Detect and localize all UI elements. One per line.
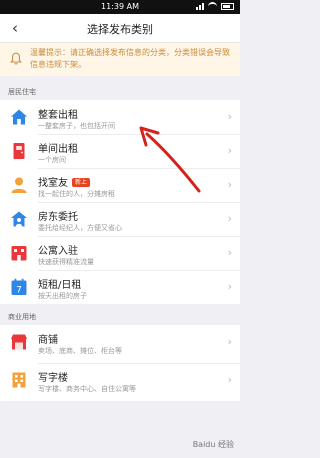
nav-bar: ‹ 选择发布类别 — [0, 14, 240, 43]
calendar-icon: 7 — [10, 278, 28, 296]
delegate-icon — [10, 210, 28, 228]
commercial-list: 商铺 卖场、底商、摊位、柜台等 › 写字楼 写字楼、商务中心、自住公寓等 › — [0, 325, 240, 401]
chevron-right-icon: › — [227, 178, 232, 191]
signal-icon — [196, 3, 204, 10]
chevron-right-icon: › — [227, 280, 232, 293]
category-landlord-delegate[interactable]: 房东委托 委托给经纪人，方便又省心 › — [0, 202, 240, 236]
watermark: Baidu 经验 — [192, 440, 234, 449]
status-bar: 11:39 AM — [0, 0, 240, 14]
category-desc: 委托给经纪人，方便又省心 — [38, 224, 122, 232]
category-name: 公寓入驻 — [38, 246, 78, 257]
notice-banner: 温馨提示：请正确选择发布信息的分类，分类错误会导致信息违规下架。 — [0, 43, 240, 76]
residential-list: 整套出租 一整套房子，也包括开间 › 单间出租 一个房间 › 找室友 新上 找一起… — [0, 100, 240, 304]
wifi-icon — [208, 2, 217, 11]
notice-text: 温馨提示：请正确选择发布信息的分类，分类错误会导致信息违规下架。 — [30, 48, 230, 69]
chevron-right-icon: › — [227, 144, 232, 157]
category-desc: 一个房间 — [38, 156, 66, 164]
status-icons — [196, 2, 234, 11]
category-name-text: 找室友 — [38, 178, 68, 189]
chevron-right-icon: › — [227, 335, 232, 348]
category-room-rent[interactable]: 单间出租 一个房间 › — [0, 134, 240, 168]
category-name: 短租/日租 — [38, 280, 82, 291]
category-name: 找室友 新上 — [38, 174, 91, 189]
chevron-right-icon: › — [227, 212, 232, 225]
category-desc: 卖场、底商、摊位、柜台等 — [38, 347, 122, 355]
chevron-right-icon: › — [227, 246, 232, 259]
chevron-right-icon: › — [227, 373, 232, 386]
chevron-right-icon: › — [227, 110, 232, 123]
category-short-rent[interactable]: 7 短租/日租 按天出租的房子 › — [0, 270, 240, 304]
category-desc: 按天出租的房子 — [38, 292, 87, 300]
category-name: 整套出租 — [38, 110, 78, 121]
door-icon — [10, 142, 28, 160]
apartment-icon — [10, 244, 28, 262]
house-icon — [10, 108, 28, 126]
battery-icon — [221, 3, 234, 10]
category-office[interactable]: 写字楼 写字楼、商务中心、自住公寓等 › — [0, 363, 240, 401]
bell-icon — [10, 52, 22, 65]
category-name: 写字楼 — [38, 373, 68, 384]
category-name: 商铺 — [38, 335, 58, 346]
category-desc: 快速获得精准流量 — [38, 258, 94, 266]
section-title-residential: 居民住宅 — [8, 88, 36, 96]
page-title: 选择发布类别 — [87, 23, 153, 36]
category-desc: 写字楼、商务中心、自住公寓等 — [38, 385, 136, 393]
category-find-roommate[interactable]: 找室友 新上 找一起住的人，分摊房租 › — [0, 168, 240, 202]
new-badge: 新上 — [72, 178, 91, 187]
person-icon — [10, 176, 28, 194]
category-shop[interactable]: 商铺 卖场、底商、摊位、柜台等 › — [0, 325, 240, 363]
category-apartment[interactable]: 公寓入驻 快速获得精准流量 › — [0, 236, 240, 270]
category-desc: 一整套房子，也包括开间 — [38, 122, 115, 130]
category-name: 单间出租 — [38, 144, 78, 155]
category-desc: 找一起住的人，分摊房租 — [38, 190, 115, 198]
section-title-commercial: 商业用地 — [8, 313, 36, 321]
shop-icon — [10, 333, 28, 351]
category-whole-rent[interactable]: 整套出租 一整套房子，也包括开间 › — [0, 100, 240, 134]
calendar-day: 7 — [16, 286, 22, 296]
office-icon — [10, 371, 28, 389]
category-name: 房东委托 — [38, 212, 78, 223]
